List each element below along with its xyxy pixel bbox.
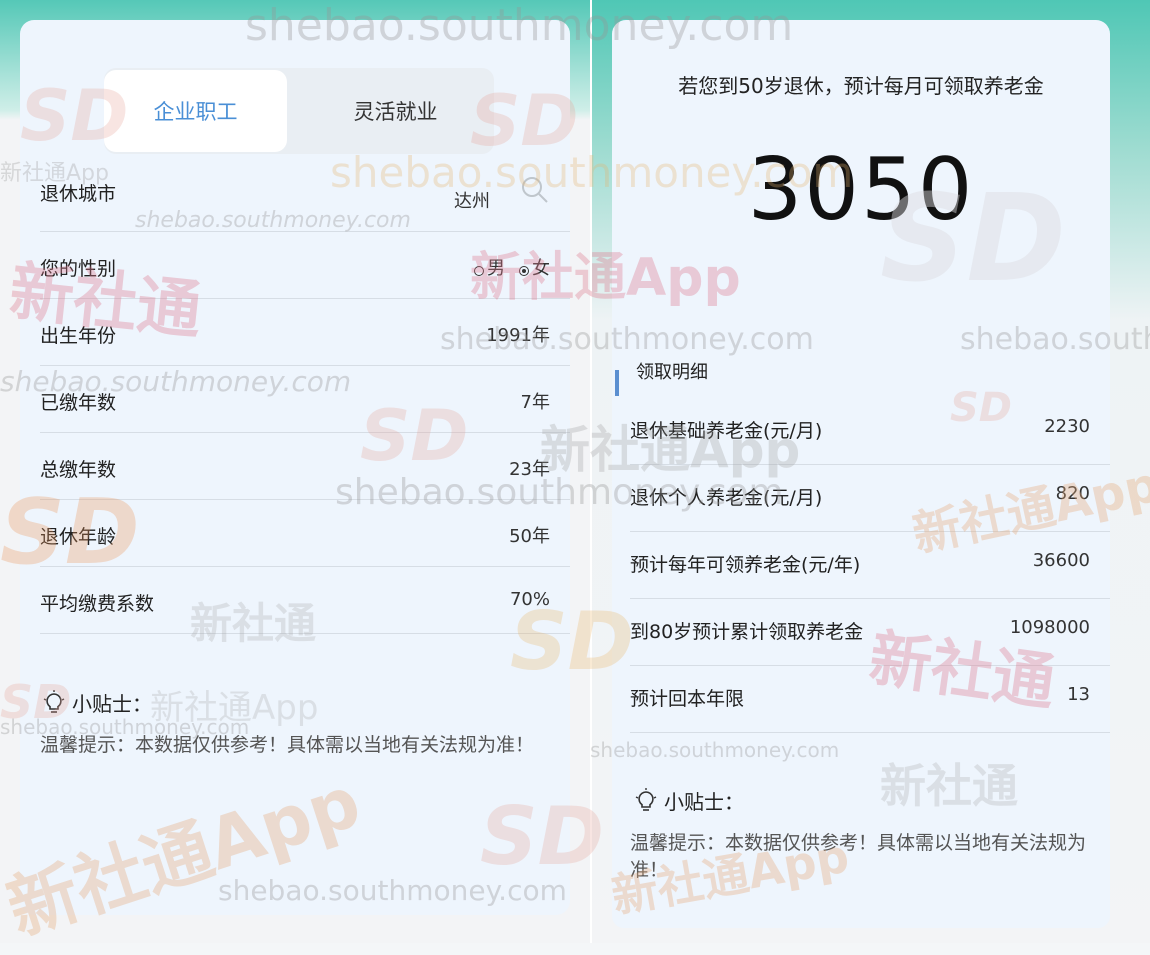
detail-row: 退休个人养老金(元/月) 820 xyxy=(630,465,1110,532)
birth-year-label: 出生年份 xyxy=(40,325,117,347)
avg-coefficient-label: 平均缴费系数 xyxy=(40,593,155,615)
paid-years-label: 已缴年数 xyxy=(40,392,117,414)
detail-row: 退休基础养老金(元/月) 2230 xyxy=(630,398,1110,465)
detail-value: 36600 xyxy=(1032,550,1090,571)
result-headline: 若您到50岁退休，预计每月可领取养老金 xyxy=(678,74,1044,98)
panel-divider xyxy=(590,0,592,943)
radio-unchecked-icon xyxy=(474,266,484,276)
city-label: 退休城市 xyxy=(40,183,117,205)
paid-years-row[interactable]: 已缴年数 7年 xyxy=(40,366,570,433)
total-years-row[interactable]: 总缴年数 23年 xyxy=(40,433,570,500)
section-accent-bar xyxy=(615,370,619,396)
detail-row: 预计回本年限 13 xyxy=(630,666,1110,733)
employment-type-tabs: 企业职工 灵活就业 xyxy=(104,68,494,154)
tab-enterprise-employee[interactable]: 企业职工 xyxy=(104,70,287,152)
detail-row: 预计每年可领养老金(元/年) 36600 xyxy=(630,532,1110,599)
retire-age-row[interactable]: 退休年龄 50年 xyxy=(40,500,570,567)
detail-value: 2230 xyxy=(1044,416,1090,437)
gender-options: 男 女 xyxy=(474,254,550,280)
avg-coefficient-value[interactable]: 70% xyxy=(510,589,550,610)
gender-row: 您的性别 男 女 xyxy=(40,232,570,299)
city-row[interactable]: 退休城市 xyxy=(40,165,570,232)
monthly-pension-amount: 3050 xyxy=(747,140,975,240)
search-icon[interactable] xyxy=(520,175,550,205)
gender-label: 您的性别 xyxy=(40,258,117,280)
birth-year-value[interactable]: 1991年 xyxy=(486,321,550,347)
detail-label: 预计回本年限 xyxy=(630,688,745,710)
birth-year-row[interactable]: 出生年份 1991年 xyxy=(40,299,570,366)
detail-label: 退休个人养老金(元/月) xyxy=(630,487,823,509)
detail-label: 退休基础养老金(元/月) xyxy=(630,420,823,442)
tab-flexible-employment[interactable]: 灵活就业 xyxy=(304,70,487,152)
paid-years-value[interactable]: 7年 xyxy=(521,388,550,414)
total-years-label: 总缴年数 xyxy=(40,459,117,481)
lightbulb-icon xyxy=(635,787,657,811)
left-tip-text: 温馨提示：本数据仅供参考！具体需以当地有关法规为准！ xyxy=(40,734,535,756)
gender-male-label: 男 xyxy=(487,258,505,279)
detail-row: 到80岁预计累计领取养老金 1098000 xyxy=(630,599,1110,666)
city-value[interactable]: 达州 xyxy=(454,187,490,213)
avg-coefficient-row[interactable]: 平均缴费系数 70% xyxy=(40,567,570,634)
detail-value: 1098000 xyxy=(1009,617,1090,638)
details-title: 领取明细 xyxy=(636,362,708,383)
gender-female-radio[interactable]: 女 xyxy=(519,254,550,280)
gender-male-radio[interactable]: 男 xyxy=(474,254,505,280)
gender-female-label: 女 xyxy=(532,258,550,279)
detail-label: 到80岁预计累计领取养老金 xyxy=(630,621,864,643)
retire-age-label: 退休年龄 xyxy=(40,526,117,548)
right-tip-title: 小贴士： xyxy=(634,786,744,815)
radio-checked-icon xyxy=(519,266,529,276)
detail-label: 预计每年可领养老金(元/年) xyxy=(630,554,861,576)
detail-value: 13 xyxy=(1067,684,1090,705)
right-tip-text: 温馨提示：本数据仅供参考！具体需以当地有关法规为准！ xyxy=(630,832,1087,881)
total-years-value[interactable]: 23年 xyxy=(509,455,550,481)
detail-value: 820 xyxy=(1055,483,1090,504)
right-tip-title-text: 小贴士： xyxy=(664,790,744,814)
left-tip-title: 小贴士： xyxy=(42,688,152,717)
left-tip-title-text: 小贴士： xyxy=(72,692,152,716)
calculator-form-card: 企业职工 灵活就业 退休城市 达州 您的性别 男 女 出生年份 1991年 已缴… xyxy=(20,20,570,915)
retire-age-value[interactable]: 50年 xyxy=(509,522,550,548)
lightbulb-icon xyxy=(43,689,65,713)
